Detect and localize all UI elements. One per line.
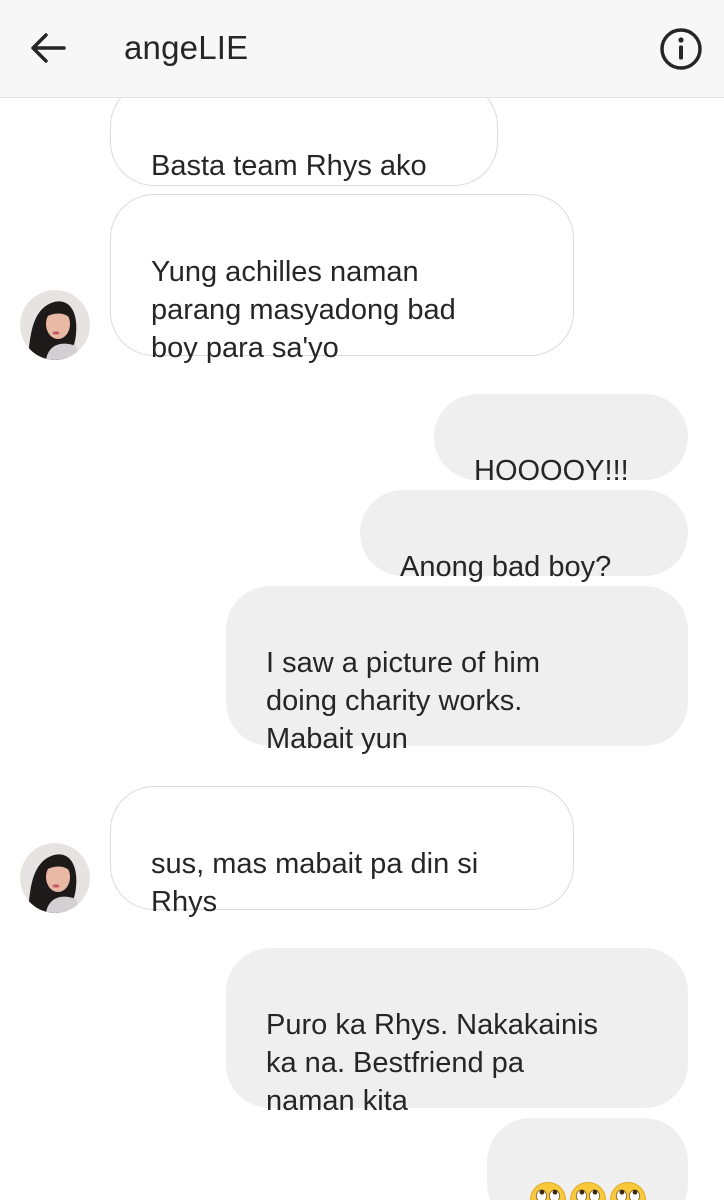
sent-message-bubble[interactable]: HOOOOY!!! bbox=[434, 394, 688, 487]
message-text: I saw a picture of him doing charity wor… bbox=[266, 647, 540, 755]
face-with-rolling-eyes-icon bbox=[609, 1182, 646, 1200]
received-message-bubble[interactable]: Yung achilles naman parang masyadong bad… bbox=[110, 194, 574, 364]
info-circle-icon bbox=[660, 28, 702, 70]
conversation-title[interactable]: angeLIE bbox=[124, 28, 248, 68]
message-text: Puro ka Rhys. Nakakainis ka na. Bestfrie… bbox=[266, 1009, 599, 1117]
message-text: HOOOOY!!! bbox=[474, 455, 629, 487]
received-message-bubble[interactable]: sus, mas mabait pa din si Rhys bbox=[110, 786, 574, 918]
profile-photo bbox=[20, 843, 90, 913]
arrow-left-icon bbox=[31, 33, 66, 63]
sent-message-bubble[interactable]: Puro ka Rhys. Nakakainis ka na. Bestfrie… bbox=[226, 948, 688, 1117]
face-with-rolling-eyes-icon bbox=[569, 1182, 606, 1200]
message-text: sus, mas mabait pa din si Rhys bbox=[151, 848, 479, 918]
message-text: Anong bad boy? bbox=[400, 551, 612, 583]
sent-message-bubble[interactable]: Anong bad boy? bbox=[360, 490, 688, 583]
sender-avatar[interactable] bbox=[20, 843, 90, 913]
sent-emoji-bubble[interactable] bbox=[487, 1118, 688, 1200]
back-button[interactable] bbox=[24, 24, 72, 72]
profile-photo bbox=[20, 290, 90, 360]
sender-avatar[interactable] bbox=[20, 290, 90, 360]
message-text: Yung achilles naman parang masyadong bad… bbox=[151, 256, 456, 364]
sent-message-bubble[interactable]: I saw a picture of him doing charity wor… bbox=[226, 586, 688, 755]
chat-screen: angeLIE Basta team Rhys ako Yung achille… bbox=[0, 0, 724, 1200]
conversation-info-button[interactable] bbox=[656, 24, 706, 74]
face-with-rolling-eyes-icon bbox=[529, 1182, 566, 1200]
message-text: Basta team Rhys ako bbox=[151, 150, 427, 182]
chat-header: angeLIE bbox=[0, 0, 724, 98]
emoji-row bbox=[517, 1180, 658, 1200]
message-thread[interactable]: Basta team Rhys ako Yung achilles naman … bbox=[0, 82, 724, 1200]
